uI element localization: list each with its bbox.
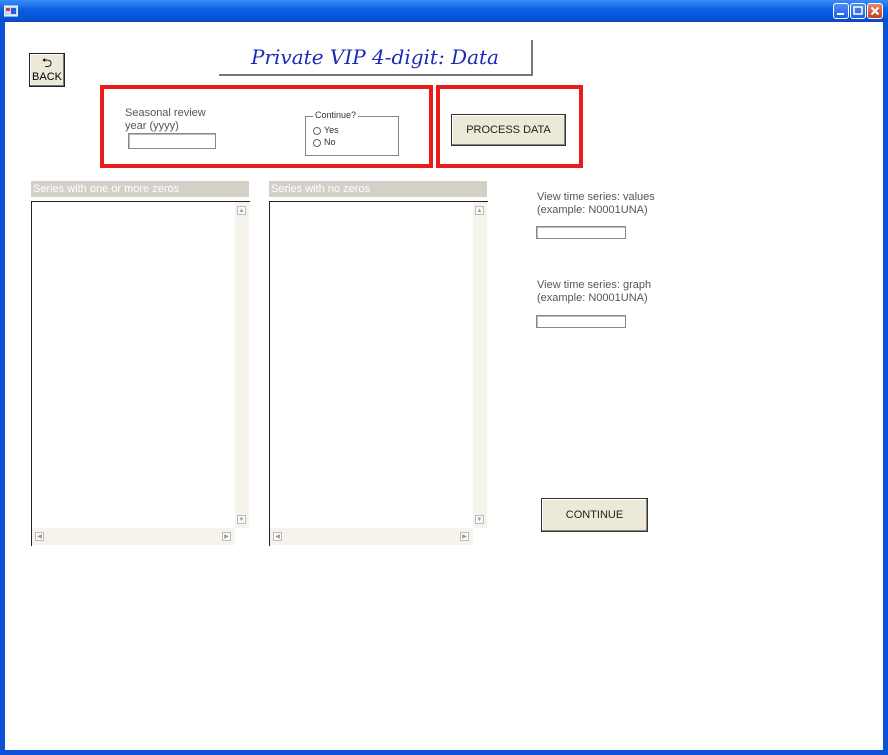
app-icon [3,4,19,17]
view-graph-input[interactable] [536,315,626,328]
close-icon[interactable] [867,3,883,19]
back-arrow-icon: ⮌ [41,55,53,70]
radio-no-icon [313,138,321,147]
maximize-icon[interactable] [850,3,866,19]
view-graph-label: View time series: graph (example: N0001U… [537,279,652,304]
no-zeros-vertical-scrollbar[interactable]: ▲ ▼ [473,202,487,528]
radio-yes[interactable]: Yes [313,125,339,136]
radio-no[interactable]: No [313,137,336,148]
review-year-label: Seasonal review year (yyyy) [125,107,206,132]
scroll-down-icon[interactable]: ▼ [237,515,246,524]
minimize-icon[interactable] [833,3,849,19]
scroll-right-icon[interactable]: ▶ [222,532,231,541]
zeros-list-header: Series with one or more zeros [31,181,249,197]
zeros-vertical-scrollbar[interactable]: ▲ ▼ [235,202,249,528]
window-border-left [0,22,5,755]
no-zeros-horizontal-scrollbar[interactable]: ◀ ▶ [270,528,473,545]
radio-no-label: No [324,137,336,147]
back-button[interactable]: ⮌ BACK [29,53,65,87]
scroll-up-icon[interactable]: ▲ [475,206,484,215]
window-border-right [883,22,888,755]
page-title-banner: Private VIP 4-digit: Data [219,40,533,76]
process-data-button[interactable]: PROCESS DATA [451,114,566,146]
view-values-input[interactable] [536,226,626,239]
page-title: Private VIP 4-digit: Data [251,45,499,69]
scroll-left-icon[interactable]: ◀ [273,532,282,541]
continue-group-legend: Continue? [313,110,359,120]
back-button-label: BACK [32,71,62,83]
zeros-horizontal-scrollbar[interactable]: ◀ ▶ [32,528,235,545]
no-zeros-listbox[interactable]: ▲ ▼ ◀ ▶ [269,201,488,546]
radio-yes-icon [313,126,321,135]
continue-button[interactable]: CONTINUE [541,498,648,532]
review-year-input[interactable] [128,133,216,149]
scroll-left-icon[interactable]: ◀ [35,532,44,541]
title-bar [0,0,888,22]
scroll-down-icon[interactable]: ▼ [475,515,484,524]
scroll-up-icon[interactable]: ▲ [237,206,246,215]
continue-groupbox [305,116,399,156]
no-zeros-list-header: Series with no zeros [269,181,487,197]
zeros-listbox[interactable]: ▲ ▼ ◀ ▶ [31,201,250,546]
radio-yes-label: Yes [324,125,339,135]
window-border-bottom [0,750,888,755]
scroll-right-icon[interactable]: ▶ [460,532,469,541]
view-values-label: View time series: values (example: N0001… [537,191,655,216]
